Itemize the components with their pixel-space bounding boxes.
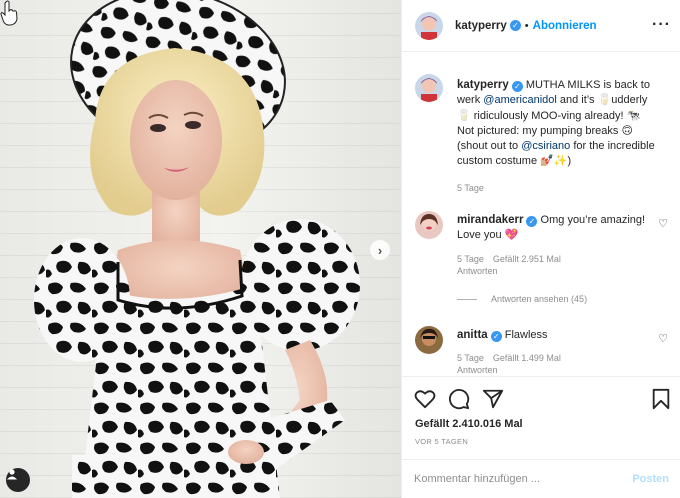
heart-icon-svg xyxy=(414,390,436,409)
verified-badge-icon: ✓ xyxy=(490,331,502,343)
follow-button[interactable]: Abonnieren xyxy=(533,20,597,32)
reply-button[interactable]: Antworten xyxy=(457,266,498,276)
post-actions: Gefällt 2.410.016 Mal VOR 5 TAGEN xyxy=(402,376,680,456)
post-comment-button[interactable]: Posten xyxy=(632,473,669,485)
anitta-avatar-icon xyxy=(415,326,443,354)
katyperry-avatar-icon xyxy=(415,11,443,40)
next-image-arrow[interactable]: › xyxy=(370,240,390,260)
comments-section[interactable]: katyperry ✓ MUTHA MILKS is back to werk @… xyxy=(402,53,680,375)
comment-like-heart-icon[interactable]: ♡ xyxy=(658,332,668,345)
heart-icon[interactable] xyxy=(413,387,437,411)
avatar[interactable] xyxy=(415,211,443,239)
more-options-icon[interactable]: ··· xyxy=(652,16,671,34)
comment-input[interactable] xyxy=(414,473,633,485)
avatar[interactable] xyxy=(415,11,443,40)
verified-badge-icon: ✓ xyxy=(526,216,538,228)
comment-like-heart-icon[interactable]: ♡ xyxy=(658,217,668,230)
katy-perry-cow-costume-image xyxy=(34,0,360,498)
post-author-username[interactable]: katyperry xyxy=(455,20,507,32)
view-replies-button[interactable]: Antworten ansehen (45) xyxy=(415,292,657,307)
comment-body: mirandakerr ✓ Omg you’re amazing! Love yo… xyxy=(457,213,657,307)
comment-text: Flawless xyxy=(504,329,548,341)
add-comment-bar: Posten xyxy=(402,459,680,498)
bookmark-icon-svg xyxy=(652,388,670,410)
comment-bubble-icon-svg xyxy=(449,389,470,410)
avatar[interactable] xyxy=(415,326,443,354)
post-header: katyperry ✓ • Abonnieren ··· xyxy=(402,0,680,52)
comment-likes[interactable]: Gefällt 1.499 Mal xyxy=(493,353,561,363)
post-timestamp: VOR 5 TAGEN xyxy=(415,437,469,446)
tagged-user-icon[interactable] xyxy=(6,468,30,492)
caption-text: katyperry ✓ MUTHA MILKS is back to werk @… xyxy=(457,78,657,194)
comment-body: anitta ✓ Flawless 5 Tage Gefällt 1.499 Mal… xyxy=(457,328,657,375)
comment-likes[interactable]: Gefällt 2.951 Mal xyxy=(493,254,561,264)
comment-username[interactable]: mirandakerr xyxy=(457,214,523,226)
post-photo[interactable]: › xyxy=(0,0,401,498)
hand-cursor-icon xyxy=(0,0,18,26)
mirandakerr-avatar-icon xyxy=(415,211,443,239)
comment-meta: 5 Tage Gefällt 2.951 Mal Antworten xyxy=(457,253,657,277)
post-side-panel: katyperry ✓ • Abonnieren ··· katyperry ✓ … xyxy=(401,0,680,498)
reply-button[interactable]: Antworten xyxy=(457,365,498,375)
verified-badge-icon: ✓ xyxy=(511,81,523,93)
avatar[interactable] xyxy=(415,74,443,102)
comment-timestamp: 5 Tage xyxy=(457,353,484,364)
user-silhouette-icon xyxy=(7,469,17,480)
caption-timestamp: 5 Tage xyxy=(457,182,484,193)
comment-timestamp: 5 Tage xyxy=(457,253,484,264)
verified-badge-icon: ✓ xyxy=(509,20,521,31)
share-paper-plane-icon[interactable] xyxy=(481,387,505,411)
comment-meta: 5 Tage Gefällt 1.499 Mal Antworten xyxy=(457,352,657,375)
mention-link[interactable]: @americanidol xyxy=(483,94,557,106)
likes-count[interactable]: Gefällt 2.410.016 Mal xyxy=(415,418,523,430)
view-replies-label[interactable]: Antworten ansehen (45) xyxy=(491,292,587,307)
separator-dot: • xyxy=(524,19,529,32)
bookmark-icon[interactable] xyxy=(649,387,673,411)
caption-username[interactable]: katyperry xyxy=(457,79,509,91)
comment-username[interactable]: anitta xyxy=(457,329,488,341)
mention-link[interactable]: @csiriano xyxy=(521,140,570,152)
caption-time: 5 Tage xyxy=(457,182,657,194)
katyperry-avatar-icon xyxy=(415,74,443,102)
replies-divider xyxy=(457,298,477,300)
comment-bubble-icon[interactable] xyxy=(447,387,471,411)
share-paper-plane-icon-svg xyxy=(482,389,504,409)
